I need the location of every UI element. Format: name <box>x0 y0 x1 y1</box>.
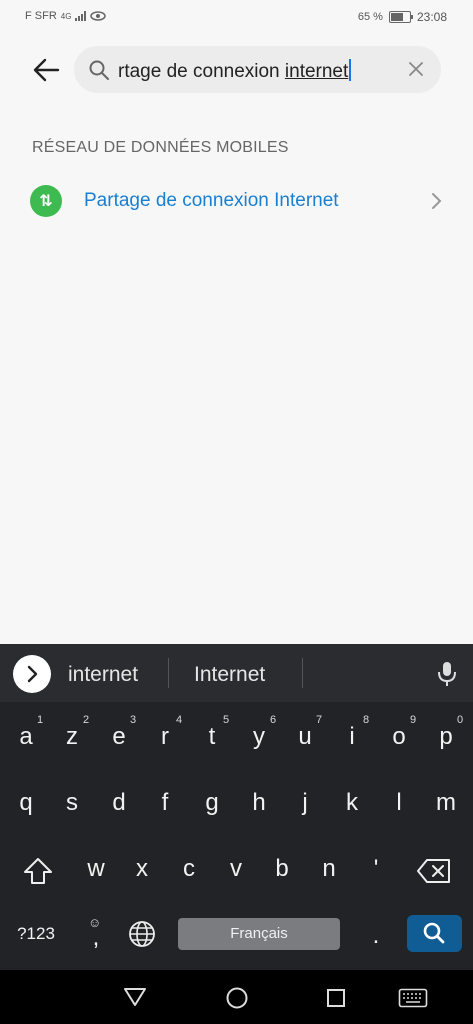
result-item-tethering[interactable]: ⇅ Partage de connexion Internet <box>30 184 446 220</box>
key-hint: 2 <box>83 714 90 726</box>
key-hint: 3 <box>130 714 137 726</box>
tethering-icon: ⇅ <box>30 185 62 217</box>
key-k[interactable]: k <box>330 789 374 817</box>
key-j[interactable]: j <box>283 789 327 817</box>
key-hint: 0 <box>457 714 464 726</box>
key-s[interactable]: s <box>50 789 94 817</box>
search-bar[interactable]: rtage de connexion internet <box>74 46 441 93</box>
key-d[interactable]: d <box>97 789 141 817</box>
key-i[interactable]: i <box>330 723 374 751</box>
search-icon <box>423 922 445 944</box>
back-triangle-icon[interactable] <box>122 986 148 1008</box>
carrier-label: F SFR <box>25 10 57 22</box>
recents-square-icon[interactable] <box>326 988 346 1008</box>
network-label: 4G <box>60 11 72 21</box>
clock: 23:08 <box>416 10 447 24</box>
key-o[interactable]: o <box>377 723 421 751</box>
battery-fill <box>390 13 403 21</box>
key-p[interactable]: p <box>424 723 468 751</box>
key-t[interactable]: t <box>190 723 234 751</box>
key-hint: 9 <box>410 714 417 726</box>
search-input[interactable]: rtage de connexion internet <box>118 59 352 83</box>
key-z[interactable]: z <box>50 723 94 751</box>
battery-percent: 65 % <box>357 11 383 23</box>
suggestion-2[interactable]: Internet <box>194 663 265 687</box>
signal-icon <box>75 11 87 21</box>
keyboard: internet Internet a1z2e3r4t5y6u7i8o9p0 qs… <box>0 644 473 970</box>
key-x[interactable]: x <box>120 855 164 883</box>
key-hint: 5 <box>223 714 230 726</box>
key-hint: 6 <box>270 714 277 726</box>
key-hint: 8 <box>363 714 370 726</box>
search-text-underlined: internet <box>284 61 349 82</box>
back-arrow-icon[interactable] <box>30 55 62 85</box>
space-key[interactable]: Français <box>178 918 340 950</box>
suggestion-divider <box>302 658 303 688</box>
key-m[interactable]: m <box>424 789 468 817</box>
suggestion-divider <box>168 658 169 688</box>
suggestion-1[interactable]: internet <box>68 663 138 687</box>
chevron-right-icon <box>27 665 38 683</box>
key-r[interactable]: r <box>143 723 187 751</box>
key-b[interactable]: b <box>260 855 304 883</box>
key-f[interactable]: f <box>143 789 187 817</box>
home-circle-icon[interactable] <box>225 986 249 1010</box>
text-caret <box>349 59 352 81</box>
suggestion-bar: internet Internet <box>0 644 473 702</box>
key-l[interactable]: l <box>377 789 421 817</box>
search-enter-key[interactable] <box>407 915 462 952</box>
key-hint: 7 <box>316 714 323 726</box>
expand-suggestions-button[interactable] <box>13 655 51 693</box>
status-right: 65 % 23:08 <box>358 10 447 24</box>
backspace-icon[interactable] <box>416 858 452 884</box>
key-v[interactable]: v <box>214 855 258 883</box>
comma-key[interactable]: , <box>74 924 118 952</box>
key-u[interactable]: u <box>283 723 327 751</box>
shift-icon[interactable] <box>22 856 54 886</box>
result-label: Partage de connexion Internet <box>84 190 339 211</box>
symbols-key[interactable]: ?123 <box>14 924 58 944</box>
key-apostrophe[interactable]: ' <box>354 855 398 883</box>
keyboard-switch-icon[interactable] <box>398 988 428 1008</box>
key-c[interactable]: c <box>167 855 211 883</box>
key-e[interactable]: e <box>97 723 141 751</box>
key-g[interactable]: g <box>190 789 234 817</box>
status-bar: F SFR 4G 65 % 23:08 <box>0 0 473 32</box>
period-key[interactable]: . <box>354 922 398 950</box>
key-q[interactable]: q <box>4 789 48 817</box>
battery-icon <box>388 11 413 23</box>
navigation-bar <box>0 970 473 1024</box>
globe-icon[interactable] <box>128 920 156 948</box>
key-n[interactable]: n <box>307 855 351 883</box>
search-text-prefix: rtage de connexion <box>118 61 285 82</box>
microphone-icon[interactable] <box>436 660 458 688</box>
section-title: RÉSEAU DE DONNÉES MOBILES <box>32 139 289 156</box>
search-icon <box>89 60 109 80</box>
status-left: F SFR 4G <box>25 10 107 22</box>
chevron-right-icon <box>432 193 442 209</box>
key-h[interactable]: h <box>237 789 281 817</box>
clear-icon[interactable] <box>407 60 425 78</box>
key-hint: 1 <box>37 714 44 726</box>
key-y[interactable]: y <box>237 723 281 751</box>
eye-icon <box>90 11 107 21</box>
key-a[interactable]: a <box>4 723 48 751</box>
key-w[interactable]: w <box>74 855 118 883</box>
key-hint: 4 <box>176 714 183 726</box>
